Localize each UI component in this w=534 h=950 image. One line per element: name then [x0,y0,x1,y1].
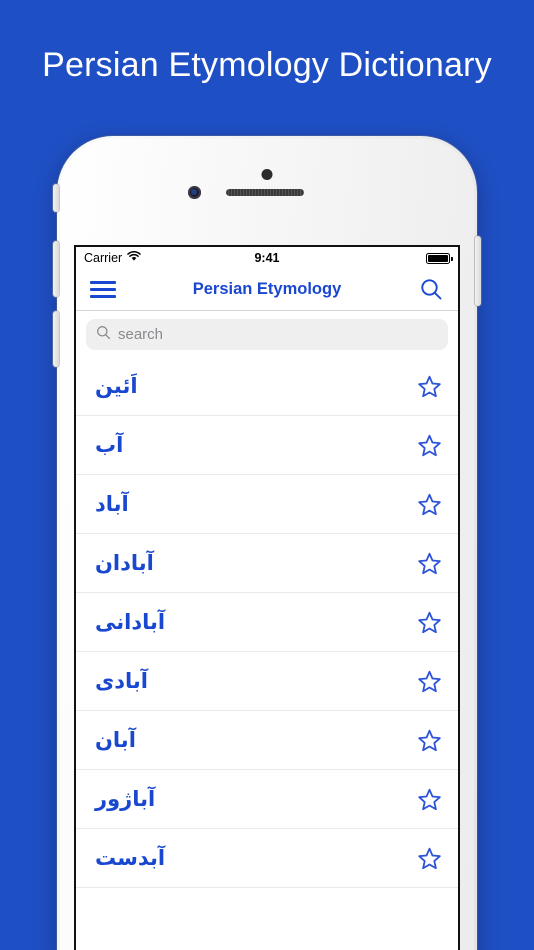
word-label: آبدست [95,846,166,870]
star-outline-icon[interactable] [417,551,442,576]
battery-level-fill [428,254,448,262]
search-icon[interactable] [419,277,444,302]
word-label: آبادان [95,551,154,575]
word-label: اَئین [95,374,138,398]
word-list-item[interactable]: اَئین [76,357,458,416]
page-title: Persian Etymology [192,280,342,298]
star-outline-icon[interactable] [417,728,442,753]
power-button[interactable] [475,236,481,306]
earpiece-speaker-grille [226,189,304,196]
star-outline-icon[interactable] [417,787,442,812]
star-outline-icon[interactable] [417,610,442,635]
silent-switch-button[interactable] [53,184,59,212]
word-list-item[interactable]: آبادی [76,652,458,711]
hamburger-menu-icon[interactable] [90,277,116,303]
word-label: آبادانی [95,610,166,634]
search-input[interactable]: search [86,319,448,350]
dictionary-word-list[interactable]: اَئین آب آباد آبادان آبادانی آبادی آبان … [76,357,458,909]
word-label: آبان [95,728,136,752]
status-bar-clock: 9:41 [254,251,280,265]
search-placeholder-text: search [118,326,164,343]
volume-down-button[interactable] [53,311,59,367]
star-outline-icon[interactable] [417,846,442,871]
word-label: آب [95,433,124,457]
word-label: آباژور [95,787,156,811]
volume-up-button[interactable] [53,241,59,297]
word-list-item[interactable]: آبادانی [76,593,458,652]
status-bar-right [426,252,453,264]
proximity-sensor-icon [188,186,201,199]
word-label: آبادی [95,669,148,693]
word-list-item[interactable]: آب [76,416,458,475]
iphone-device-mockup: Carrier 9:41 Persian Etymology search اَ… [53,136,481,950]
battery-icon [426,252,453,264]
phone-screen: Carrier 9:41 Persian Etymology search اَ… [76,247,458,950]
word-list-item[interactable]: آباژور [76,770,458,829]
star-outline-icon[interactable] [417,669,442,694]
word-list-item[interactable]: آبان [76,711,458,770]
star-outline-icon[interactable] [417,492,442,517]
word-list-item[interactable]: آباد [76,475,458,534]
search-icon [96,325,111,345]
word-list-item[interactable]: آبادان [76,534,458,593]
word-label: آباد [95,492,129,516]
hamburger-line [90,288,116,291]
star-outline-icon[interactable] [417,374,442,399]
hamburger-line [90,281,116,284]
promo-headline: Persian Etymology Dictionary [42,45,492,84]
navigation-bar: Persian Etymology [76,269,458,311]
star-outline-icon[interactable] [417,433,442,458]
search-bar-container: search [76,311,458,357]
hamburger-line [90,295,116,298]
front-camera-icon [261,169,273,180]
status-bar: Carrier 9:41 [76,247,458,269]
word-list-item[interactable]: آبدست [76,829,458,888]
